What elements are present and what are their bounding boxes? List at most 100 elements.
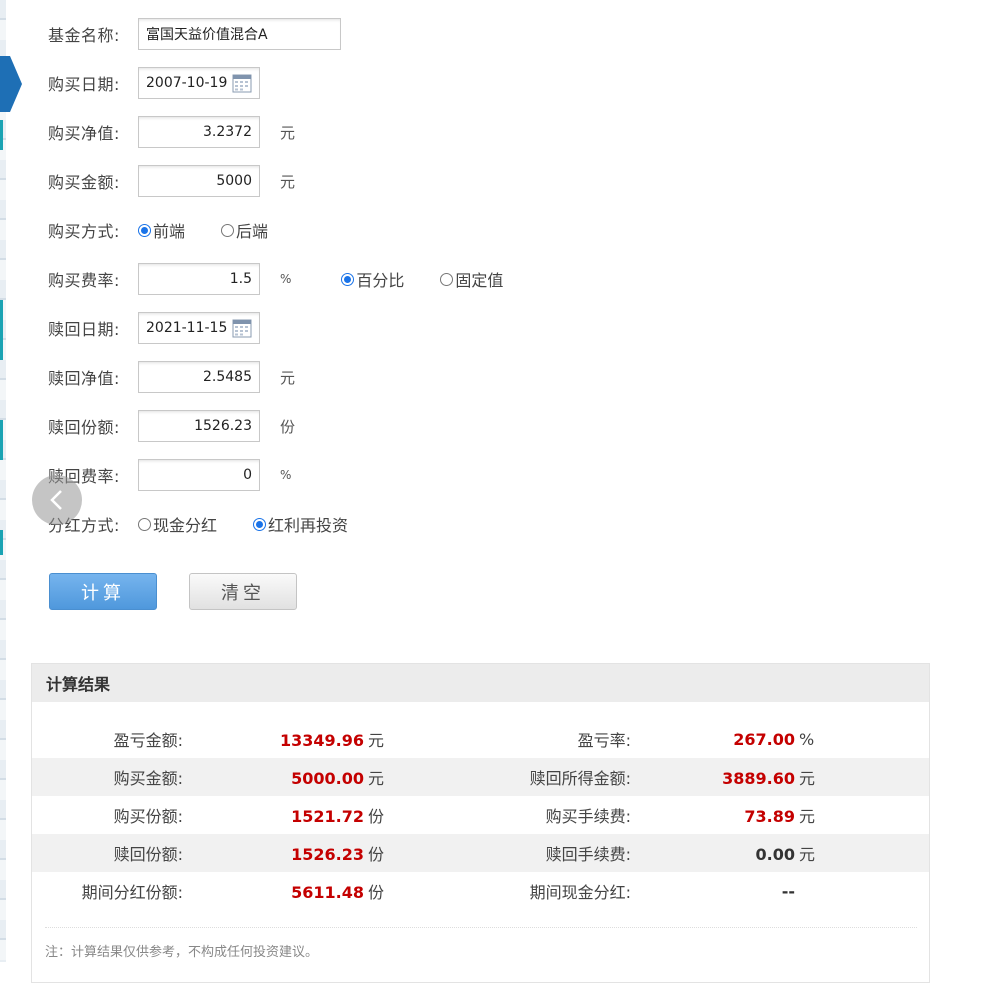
radio-cash-dividend-label: 现金分红 (153, 516, 218, 535)
radio-reinvest-dot[interactable] (253, 517, 267, 531)
redeem-fee-unit: % (280, 468, 292, 482)
redeem-nav-input[interactable]: 2.5485 (138, 361, 260, 393)
row-buy-fee: 购买费率: 1.5 % 百分比 固定值 (48, 262, 539, 296)
result-unit: 元 (368, 731, 385, 750)
result-label: 赎回手续费: (545, 845, 631, 864)
buy-date-label: 购买日期: (48, 75, 120, 94)
radio-fixed[interactable]: 固定值 (440, 267, 503, 291)
buy-date-value: 2007-10-19 (146, 75, 228, 91)
buy-nav-input[interactable]: 3.2372 (138, 116, 260, 148)
clear-button[interactable]: 清空 (189, 573, 297, 610)
buy-amount-input[interactable]: 5000 (138, 165, 260, 197)
chevron-left-icon (50, 490, 62, 510)
result-label: 期间分红份额: (81, 883, 183, 902)
buy-date-input[interactable]: 2007-10-19 (138, 67, 260, 99)
table-row: 购买金额: 5000.00 元 赎回所得金额: 3889.60 元 (32, 758, 929, 796)
result-unit: 元 (368, 769, 385, 788)
result-table: 盈亏金额: 13349.96 元 盈亏率: 267.00% 购买金额: 5000.… (32, 720, 929, 910)
radio-cash-dividend[interactable]: 现金分红 (138, 512, 217, 536)
result-value: 73.89 (744, 807, 795, 826)
fund-name-input[interactable]: 富国天益价值混合A (138, 18, 341, 50)
result-value: 3889.60 (722, 769, 795, 788)
result-unit: 元 (799, 769, 816, 788)
result-label: 购买金额: (113, 769, 183, 788)
result-label: 盈亏率: (577, 731, 631, 750)
calendar-icon[interactable] (232, 318, 252, 338)
row-dividend-method: 分红方式: 现金分红 红利再投资 (48, 507, 384, 541)
result-value: 5611.48 (291, 883, 364, 902)
radio-front-end-label: 前端 (153, 222, 186, 241)
redeem-date-input[interactable]: 2021-11-15 (138, 312, 260, 344)
redeem-shares-label: 赎回份额: (48, 418, 120, 437)
result-title: 计算结果 (32, 664, 929, 702)
redeem-nav-value: 2.5485 (203, 369, 252, 385)
result-label: 赎回所得金额: (529, 769, 631, 788)
row-redeem-date: 赎回日期: 2021-11-15 (48, 311, 260, 345)
radio-percentage[interactable]: 百分比 (341, 267, 404, 291)
calculate-button[interactable]: 计算 (49, 573, 157, 610)
row-redeem-nav: 赎回净值: 2.5485 元 (48, 360, 295, 394)
result-unit: 元 (799, 845, 816, 864)
redeem-date-label: 赎回日期: (48, 320, 120, 339)
buy-amount-label: 购买金额: (48, 173, 120, 192)
radio-cash-dividend-dot[interactable] (138, 517, 151, 531)
radio-fixed-label: 固定值 (455, 271, 504, 290)
radio-front-end[interactable]: 前端 (138, 218, 185, 242)
side-arrow-icon[interactable] (0, 56, 22, 112)
redeem-shares-unit: 份 (280, 417, 296, 436)
radio-fixed-dot[interactable] (440, 272, 454, 286)
table-row: 购买份额: 1521.72 份 购买手续费: 73.89 元 (32, 796, 929, 834)
radio-reinvest[interactable]: 红利再投资 (253, 512, 348, 536)
result-value: 13349.96 (279, 731, 364, 750)
result-label: 期间现金分红: (529, 883, 631, 902)
row-buy-date: 购买日期: 2007-10-19 (48, 66, 260, 100)
radio-back-end[interactable]: 后端 (221, 218, 268, 242)
row-buy-nav: 购买净值: 3.2372 元 (48, 115, 295, 149)
calendar-icon[interactable] (232, 73, 252, 93)
result-value: 5000.00 (291, 769, 364, 788)
fund-name-value: 富国天益价值混合A (146, 27, 268, 43)
divider (45, 927, 917, 928)
radio-percentage-label: 百分比 (356, 271, 405, 290)
radio-back-end-label: 后端 (236, 222, 269, 241)
redeem-nav-label: 赎回净值: (48, 369, 120, 388)
buy-nav-label: 购买净值: (48, 124, 120, 143)
redeem-shares-input[interactable]: 1526.23 (138, 410, 260, 442)
result-label: 购买份额: (113, 807, 183, 826)
buy-method-label: 购买方式: (48, 222, 120, 241)
redeem-date-value: 2021-11-15 (146, 320, 228, 336)
row-buy-method: 购买方式: 前端 后端 (48, 213, 304, 247)
result-label: 购买手续费: (545, 807, 631, 826)
result-unit: % (799, 729, 815, 749)
redeem-nav-unit: 元 (280, 368, 296, 387)
radio-back-end-dot[interactable] (221, 223, 235, 237)
back-button[interactable] (32, 475, 82, 525)
radio-front-end-dot[interactable] (138, 223, 151, 237)
table-row: 赎回份额: 1526.23 份 赎回手续费: 0.00 元 (32, 834, 929, 872)
buy-fee-value: 1.5 (229, 271, 252, 287)
result-value: 1521.72 (291, 807, 364, 826)
row-buy-amount: 购买金额: 5000 元 (48, 164, 295, 198)
result-value: 267.00 (733, 729, 795, 749)
buy-nav-value: 3.2372 (203, 124, 252, 140)
result-unit: 份 (368, 807, 385, 826)
table-row: 盈亏金额: 13349.96 元 盈亏率: 267.00% (32, 720, 929, 758)
buy-fee-unit: % (280, 272, 292, 286)
radio-reinvest-label: 红利再投资 (268, 516, 349, 535)
redeem-shares-value: 1526.23 (194, 418, 252, 434)
result-panel: 计算结果 盈亏金额: 13349.96 元 盈亏率: 267.00% 购买金额: … (31, 663, 930, 983)
result-unit: 份 (368, 883, 385, 902)
buy-fee-input[interactable]: 1.5 (138, 263, 260, 295)
radio-percentage-dot[interactable] (341, 272, 355, 286)
redeem-fee-value: 0 (243, 467, 252, 483)
redeem-fee-input[interactable]: 0 (138, 459, 260, 491)
result-unit: 份 (368, 845, 385, 864)
result-unit: 元 (799, 807, 816, 826)
row-fund-name: 基金名称: 富国天益价值混合A (48, 17, 341, 51)
result-value: -- (781, 881, 795, 901)
buy-amount-value: 5000 (216, 173, 252, 189)
table-row: 期间分红份额: 5611.48 份 期间现金分红: -- (32, 872, 929, 910)
buy-nav-unit: 元 (280, 123, 296, 142)
fund-name-label: 基金名称: (48, 26, 120, 45)
result-label: 赎回份额: (113, 845, 183, 864)
